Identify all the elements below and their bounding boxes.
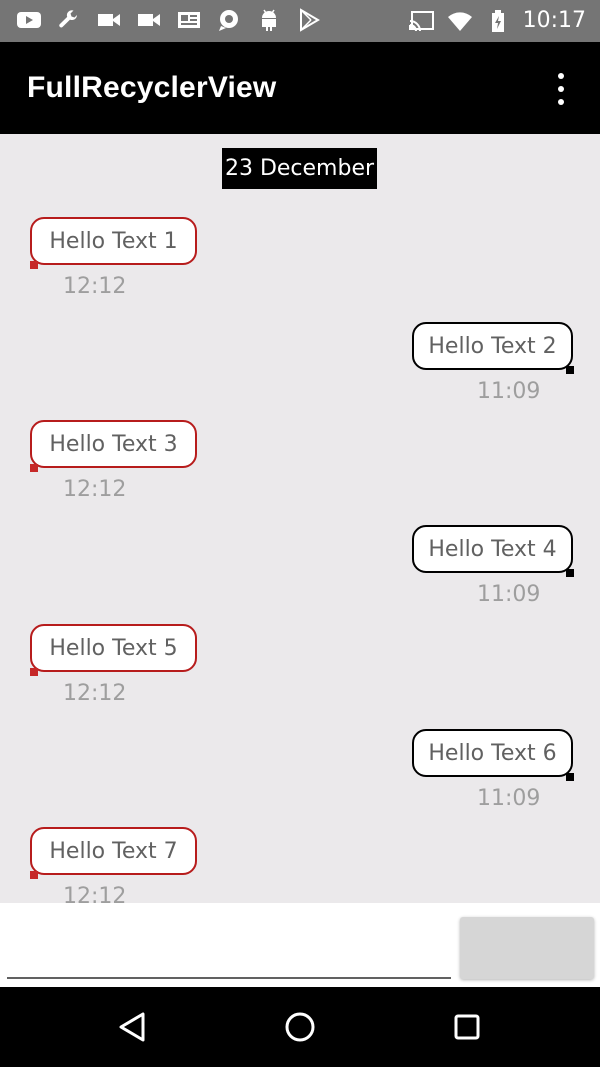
message-time: 12:12: [63, 274, 127, 299]
navigation-bar: [0, 987, 600, 1067]
bubble-tail: [30, 464, 38, 472]
message-time: 12:12: [63, 681, 127, 706]
cast-icon: [408, 9, 435, 33]
notification-icons: [16, 8, 322, 32]
app-title: FullRecyclerView: [27, 71, 277, 104]
message-time: 11:09: [477, 786, 541, 811]
play-store-icon: [296, 8, 322, 32]
compose-bar: [0, 903, 600, 987]
wifi-icon: [447, 9, 473, 33]
date-header: 23 December: [222, 148, 377, 189]
message-time: 11:09: [477, 379, 541, 404]
message-list[interactable]: 23 December Hello Text 1 12:12 Hello Tex…: [0, 134, 600, 903]
send-button[interactable]: [460, 917, 594, 979]
bubble-tail: [566, 773, 574, 781]
chat-icon: [216, 8, 242, 32]
android-icon: [256, 8, 282, 32]
message-input[interactable]: [7, 921, 451, 979]
message-bubble-incoming[interactable]: Hello Text 5: [30, 624, 197, 672]
bubble-tail: [566, 366, 574, 374]
status-bar: 10:17: [0, 0, 600, 42]
youtube-icon: [16, 8, 42, 32]
overflow-dot: [558, 86, 564, 92]
overflow-menu-icon[interactable]: [546, 73, 576, 105]
bubble-tail: [30, 261, 38, 269]
status-time: 10:17: [522, 8, 586, 33]
message-bubble-incoming[interactable]: Hello Text 1: [30, 217, 197, 265]
back-icon[interactable]: [115, 1009, 151, 1045]
overflow-dot: [558, 73, 564, 79]
bubble-tail: [566, 569, 574, 577]
message-bubble-incoming[interactable]: Hello Text 7: [30, 827, 197, 875]
message-bubble-incoming[interactable]: Hello Text 3: [30, 420, 197, 468]
message-bubble-outgoing[interactable]: Hello Text 6: [412, 729, 573, 777]
app-bar: FullRecyclerView: [0, 42, 600, 134]
wrench-icon: [56, 8, 82, 32]
video-icon: [96, 8, 122, 32]
overflow-dot: [558, 99, 564, 105]
message-time: 11:09: [477, 582, 541, 607]
battery-icon: [485, 9, 511, 33]
message-time: 12:12: [63, 884, 127, 903]
home-icon[interactable]: [282, 1009, 318, 1045]
video-icon: [136, 8, 162, 32]
message-bubble-outgoing[interactable]: Hello Text 2: [412, 322, 573, 370]
bubble-tail: [30, 668, 38, 676]
news-icon: [176, 8, 202, 32]
bubble-tail: [30, 871, 38, 879]
message-time: 12:12: [63, 477, 127, 502]
message-bubble-outgoing[interactable]: Hello Text 4: [412, 525, 573, 573]
recents-icon[interactable]: [449, 1009, 485, 1045]
system-icons: 10:17: [408, 8, 586, 34]
